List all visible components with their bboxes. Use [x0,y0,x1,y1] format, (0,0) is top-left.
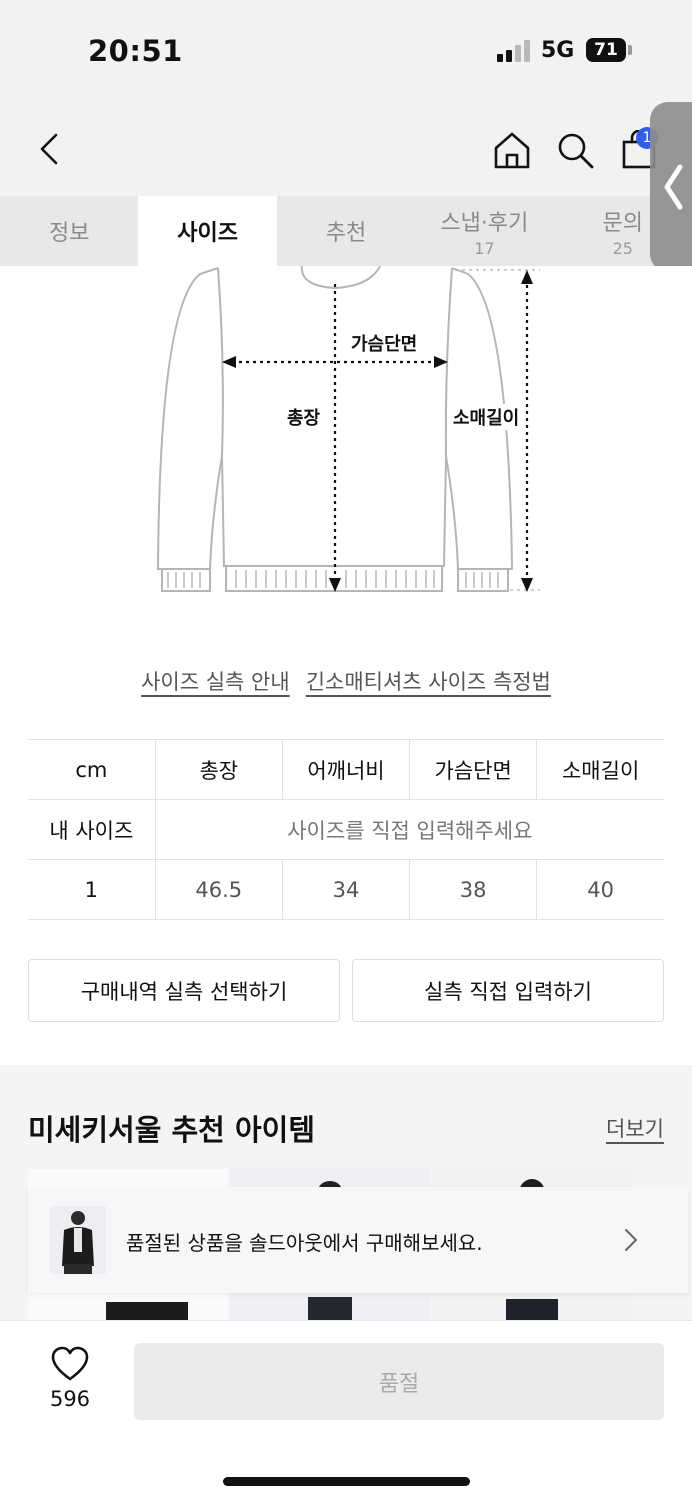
table-header: 소매길이 [536,739,664,800]
status-time: 20:51 [88,34,183,68]
signal-icon [497,40,531,62]
battery-icon: 71 [586,38,626,62]
chevron-left-icon [664,164,683,210]
tab-label: 추천 [325,221,367,246]
soldout-button[interactable]: 품절 [134,1343,664,1420]
bottom-bar: 596 품절 [0,1320,692,1500]
size-guide-links: 사이즈 실측 안내 긴소매티셔츠 사이즈 측정법 [0,666,692,696]
table-header-unit: cm [28,739,156,800]
recommend-title: 미세키서울 추천 아이템 [28,1113,315,1147]
soldout-banner[interactable]: 품절된 상품을 솔드아웃에서 구매해보세요. [28,1187,688,1293]
tab-label: 정보 [48,221,90,246]
tab-count: 17 [474,238,495,258]
size-value-cell: 40 [536,859,664,920]
tab-label: 사이즈 [177,221,238,246]
product-tabs: 정보 사이즈 추천 스냅·후기 17 문의 25 [0,196,692,266]
sweatshirt-diagram [157,266,540,592]
tab-recommend[interactable]: 추천 [277,196,415,266]
table-header: 가슴단면 [409,739,538,800]
direct-input-button[interactable]: 실측 직접 입력하기 [352,959,664,1022]
tab-count: 25 [612,238,633,258]
my-size-row: 내 사이즈 사이즈를 직접 입력해주세요 [28,799,664,860]
tab-info[interactable]: 정보 [0,196,138,266]
size-guide-link[interactable]: 사이즈 실측 안내 [141,666,290,696]
my-size-label: 내 사이즈 [28,799,156,860]
my-size-input[interactable]: 사이즈를 직접 입력해주세요 [155,799,664,860]
size-name-cell: 1 [28,859,156,920]
home-icon[interactable] [492,130,532,170]
size-table: cm 총장 어깨너비 가슴단면 소매길이 내 사이즈 사이즈를 직접 입력해주세… [28,739,664,920]
search-icon[interactable] [555,130,595,170]
total-length-label: 총장 [284,404,324,430]
size-value-cell: 34 [282,859,411,920]
select-purchase-history-button[interactable]: 구매내역 실측 선택하기 [28,959,340,1022]
recommend-section: 미세키서울 추천 아이템 더보기 품절된 상품을 솔드아웃에서 구매해보세요. [0,1065,692,1325]
sleeve-length-label: 소매길이 [450,404,523,430]
back-icon[interactable] [34,132,64,166]
size-actions: 구매내역 실측 선택하기 실측 직접 입력하기 [28,959,664,1022]
chevron-right-icon [625,1229,637,1251]
battery-cap [628,45,632,55]
tab-label: 스냅·후기 [440,210,529,236]
tab-snap-review[interactable]: 스냅·후기 17 [415,196,553,266]
size-value-cell: 38 [409,859,538,920]
home-indicator [223,1477,470,1486]
heart-icon[interactable] [50,1345,90,1385]
table-header-row: cm 총장 어깨너비 가슴단면 소매길이 [28,739,664,800]
network-type: 5G [541,38,575,63]
more-link[interactable]: 더보기 [606,1113,664,1143]
status-bar: 20:51 5G 71 [0,0,692,100]
tab-label: 문의 [602,210,643,236]
tab-size[interactable]: 사이즈 [138,196,277,266]
app-header: 1 [0,100,692,196]
banner-text: 품절된 상품을 솔드아웃에서 구매해보세요. [126,1231,483,1255]
like-count: 596 [49,1387,91,1411]
table-header: 어깨너비 [282,739,411,800]
side-panel-handle[interactable] [650,102,692,272]
measure-guide-link[interactable]: 긴소매티셔츠 사이즈 측정법 [306,666,551,696]
banner-image [62,1211,94,1274]
banner-thumbnail [50,1206,106,1274]
chest-width-label: 가슴단면 [348,330,421,356]
table-header: 총장 [155,739,283,800]
table-row: 1 46.5 34 38 40 [28,859,664,920]
size-value-cell: 46.5 [155,859,283,920]
size-diagram: 가슴단면 총장 소매길이 [0,266,692,626]
